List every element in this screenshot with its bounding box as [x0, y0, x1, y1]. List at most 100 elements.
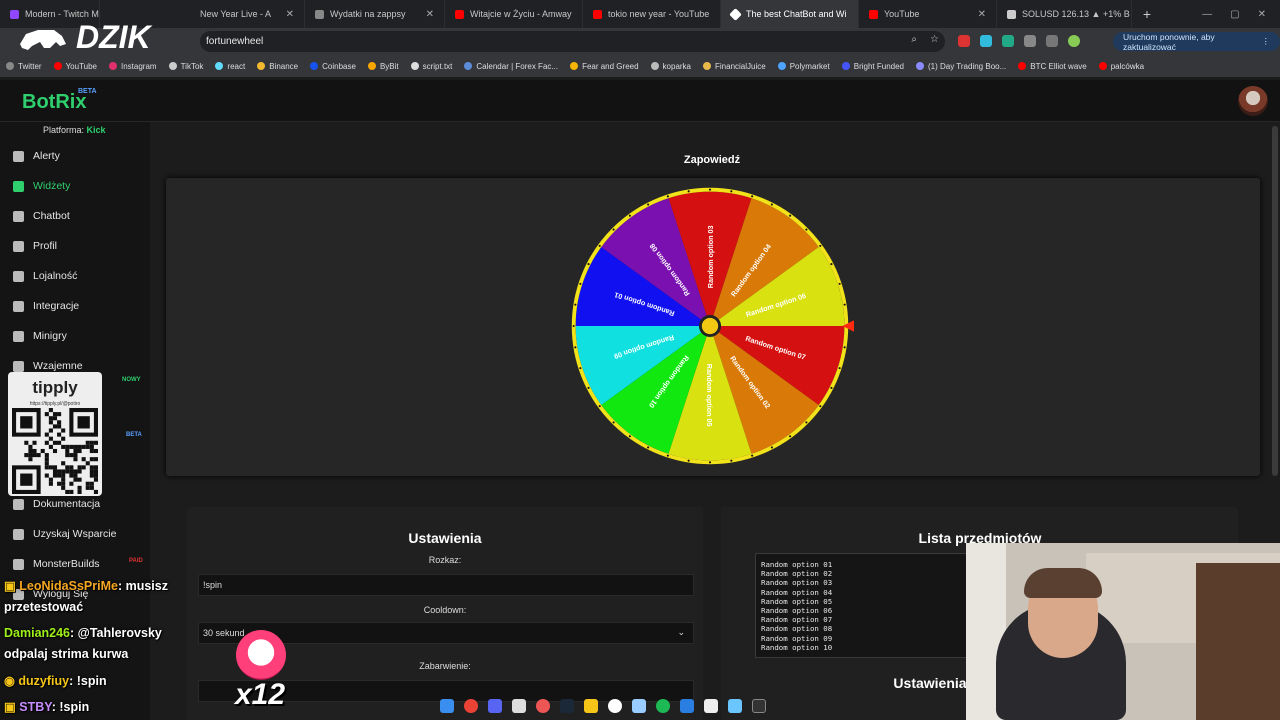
rim-dot	[687, 190, 690, 193]
bookmark-item[interactable]: Bright Funded	[841, 62, 904, 71]
browser-tab[interactable]: Wydatki na zappsy ✕	[305, 0, 445, 28]
qr-cell	[73, 453, 78, 458]
qr-cell	[28, 448, 33, 454]
browser-tab-active[interactable]: The best ChatBot and Wi✕	[721, 0, 859, 28]
folder-icon[interactable]	[584, 699, 598, 713]
discord-icon[interactable]	[488, 699, 502, 713]
bookmark-item[interactable]: react	[215, 62, 245, 71]
sidebar-item-3[interactable]: Profil	[13, 237, 57, 255]
sidebar-item-8[interactable]: Dokumentacja	[13, 495, 100, 513]
item-line: Random option 09	[761, 633, 833, 643]
sidebar-item-2[interactable]: Chatbot	[13, 207, 70, 225]
maximize-icon[interactable]: ▢	[1230, 9, 1239, 20]
search-icon[interactable]: ⌕	[911, 34, 917, 45]
wheel-slice-label: Random option 03	[706, 226, 715, 289]
close-tab-icon[interactable]: ✕	[280, 9, 294, 20]
gamepad-icon	[13, 330, 24, 342]
bookmark-item[interactable]: script.txt	[410, 62, 452, 71]
address-field[interactable]: fortunewheel ⌕ ☆	[200, 31, 945, 52]
sidebar-item-9[interactable]: Uzyskaj Wsparcie	[13, 525, 116, 543]
rim-dot	[612, 228, 615, 231]
obs-icon[interactable]	[536, 699, 550, 713]
update-button[interactable]: Uruchom ponownie, aby zaktualizować ⋮	[1113, 32, 1280, 52]
ccleaner-icon[interactable]	[608, 699, 622, 713]
bookmark-item[interactable]: koparka	[650, 62, 691, 71]
app-icon[interactable]	[512, 699, 526, 713]
new-tab-icon[interactable]: +	[1132, 6, 1162, 22]
bookmark-item[interactable]: YouTube	[53, 62, 97, 71]
menu-list-icon[interactable]	[1046, 35, 1058, 47]
close-tab-icon[interactable]: ✕	[420, 9, 434, 20]
bookmark-item[interactable]: Calendar | Forex Fac...	[464, 62, 558, 71]
close-window-icon[interactable]: ✕	[1258, 9, 1266, 20]
star-icon[interactable]: ☆	[930, 34, 939, 45]
sidebar-item-1[interactable]: Widżety	[13, 177, 70, 195]
qr-cell	[57, 432, 62, 437]
qr-cell	[77, 465, 82, 470]
bookmark-item[interactable]: TikTok	[168, 62, 203, 71]
items-textarea[interactable]: Random option 01 Random option 02 Random o…	[755, 553, 985, 658]
qr-cell	[52, 473, 58, 478]
bookmark-item[interactable]: ByBit	[367, 62, 399, 71]
sidebar-item-0[interactable]: Alerty	[13, 147, 60, 165]
qr-cell	[32, 448, 37, 454]
rim-dot	[805, 228, 808, 231]
spotify-icon[interactable]	[656, 699, 670, 713]
avatar[interactable]	[1238, 86, 1268, 116]
sidebar-item-5[interactable]: Integracje	[13, 297, 79, 315]
extension-icon[interactable]	[1002, 35, 1014, 47]
terminal-icon[interactable]	[752, 699, 766, 713]
sidebar-item-6[interactable]: Minigry	[13, 327, 67, 345]
network-icon[interactable]	[632, 699, 646, 713]
extension-icon[interactable]	[958, 35, 970, 47]
browser-tab[interactable]: YouTube ✕	[859, 0, 997, 28]
profile-icon[interactable]	[1068, 35, 1080, 47]
bookmark-item[interactable]: Coinbase	[310, 62, 356, 71]
bookmark-item[interactable]: palcówka	[1098, 62, 1144, 71]
bookmark-item[interactable]: FinancialJuice	[703, 62, 766, 71]
qr-cell	[48, 416, 53, 421]
qr-cell	[89, 465, 94, 470]
rim-dot	[708, 188, 712, 191]
minimize-icon[interactable]: —	[1202, 9, 1212, 20]
puzzle-icon[interactable]	[1024, 35, 1036, 47]
chat-message: przetestować	[4, 600, 84, 614]
botrix-logo[interactable]: BotRix	[22, 91, 86, 114]
extension-icon[interactable]	[980, 35, 992, 47]
bookmark-item[interactable]: (1) Day Trading Boo...	[916, 62, 1006, 71]
brand-text: DZIK	[76, 19, 154, 55]
boar-icon	[20, 30, 66, 50]
qr-cell	[24, 440, 29, 445]
bookmark-item[interactable]: Binance	[257, 62, 298, 71]
browser-tab[interactable]: Witajcie w Życiu - Amway✕	[445, 0, 583, 28]
command-input[interactable]: !spin	[198, 574, 694, 596]
bookmark-icon	[168, 62, 177, 70]
steam-icon[interactable]	[560, 699, 574, 713]
qr-cell	[73, 448, 78, 454]
browser-tab[interactable]: tokio new year - YouTube✕	[583, 0, 721, 28]
bookmark-item[interactable]: Twitter	[6, 62, 42, 71]
qr-cell	[44, 412, 49, 417]
photos-icon[interactable]	[728, 699, 742, 713]
rim-dot	[830, 263, 833, 266]
scrollbar[interactable]	[1272, 126, 1278, 476]
close-tab-icon[interactable]: ✕	[972, 9, 986, 20]
bookmark-item[interactable]: BTC Elliot wave	[1018, 62, 1087, 71]
qr-cell	[93, 489, 98, 494]
windows-icon[interactable]	[440, 699, 454, 713]
bookmark-item[interactable]: Fear and Greed	[570, 62, 639, 71]
item-line: Random option 10	[761, 642, 833, 652]
bookmark-item[interactable]: Instagram	[109, 62, 157, 71]
more-vert-icon[interactable]: ⋮	[1262, 36, 1271, 47]
sidebar-item-10[interactable]: MonsterBuilds	[13, 555, 100, 573]
rim-dot	[805, 421, 808, 424]
bookmark-item[interactable]: Polymarket	[777, 62, 830, 71]
chrome-icon[interactable]	[464, 699, 478, 713]
qr-cell	[36, 453, 41, 458]
qr-cell	[61, 477, 66, 482]
notepad-icon[interactable]	[704, 699, 718, 713]
fortune-wheel[interactable]: Random option 03 Random option 04Random o…	[566, 182, 854, 470]
sidebar-item-4[interactable]: Lojalność	[13, 267, 77, 285]
browser-tab[interactable]: SOLUSD 126.13 ▲ +1% B✕	[997, 0, 1132, 28]
store-icon[interactable]	[680, 699, 694, 713]
